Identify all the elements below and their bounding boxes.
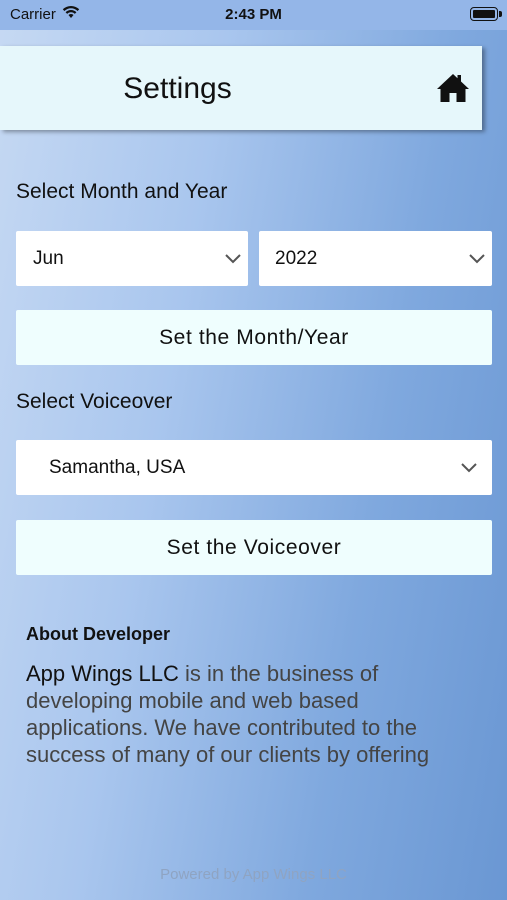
chevron-down-icon [469, 254, 485, 264]
clock: 2:43 PM [225, 6, 282, 23]
year-value: 2022 [275, 248, 318, 269]
footer: Powered by App Wings LLC [160, 866, 347, 883]
chevron-down-icon [461, 463, 477, 473]
about-heading: About Developer [26, 624, 171, 644]
month-value: Jun [33, 248, 64, 269]
voiceover-label: Select Voiceover [16, 390, 173, 413]
battery-icon [470, 7, 502, 21]
nav-bar: Settings [0, 46, 482, 130]
page-title: Settings [123, 72, 232, 105]
company-name: App Wings LLC [26, 661, 179, 686]
year-dropdown[interactable]: 2022 [259, 231, 492, 286]
status-bar: Carrier 2:43 PM [0, 0, 507, 30]
home-icon[interactable] [436, 72, 470, 104]
about-text: App Wings LLC is in the business of deve… [26, 660, 466, 772]
chevron-down-icon [225, 254, 241, 264]
month-dropdown[interactable]: Jun [16, 231, 248, 286]
set-voiceover-button[interactable]: Set the Voiceover [16, 520, 492, 575]
voiceover-value: Samantha, USA [49, 457, 186, 478]
voiceover-dropdown[interactable]: Samantha, USA [16, 440, 492, 495]
month-year-label: Select Month and Year [16, 180, 228, 203]
set-month-year-button[interactable]: Set the Month/Year [16, 310, 492, 365]
